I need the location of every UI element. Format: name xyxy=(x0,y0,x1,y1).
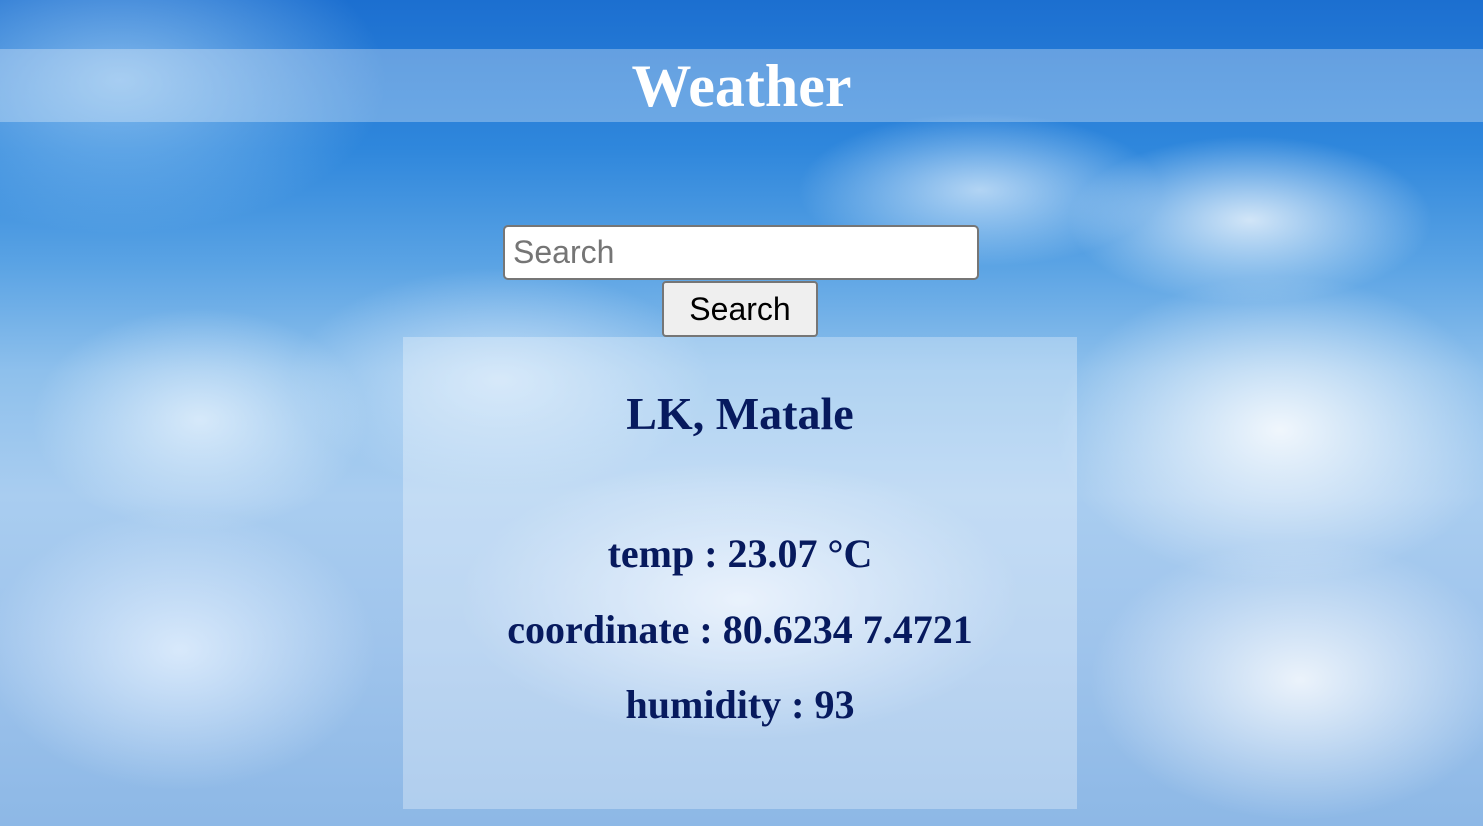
header-bar: Weather xyxy=(0,49,1483,122)
search-button[interactable]: Search xyxy=(662,281,818,337)
app-title: Weather xyxy=(631,52,852,119)
temperature-value: temp : 23.07 °C xyxy=(607,531,873,576)
search-input[interactable] xyxy=(503,225,979,280)
location-name: LK, Matale xyxy=(626,388,854,439)
coordinate-value: coordinate : 80.6234 7.4721 xyxy=(507,607,973,652)
humidity-value: humidity : 93 xyxy=(625,682,855,727)
weather-result-card: LK, Matale temp : 23.07 °C coordinate : … xyxy=(403,337,1077,809)
